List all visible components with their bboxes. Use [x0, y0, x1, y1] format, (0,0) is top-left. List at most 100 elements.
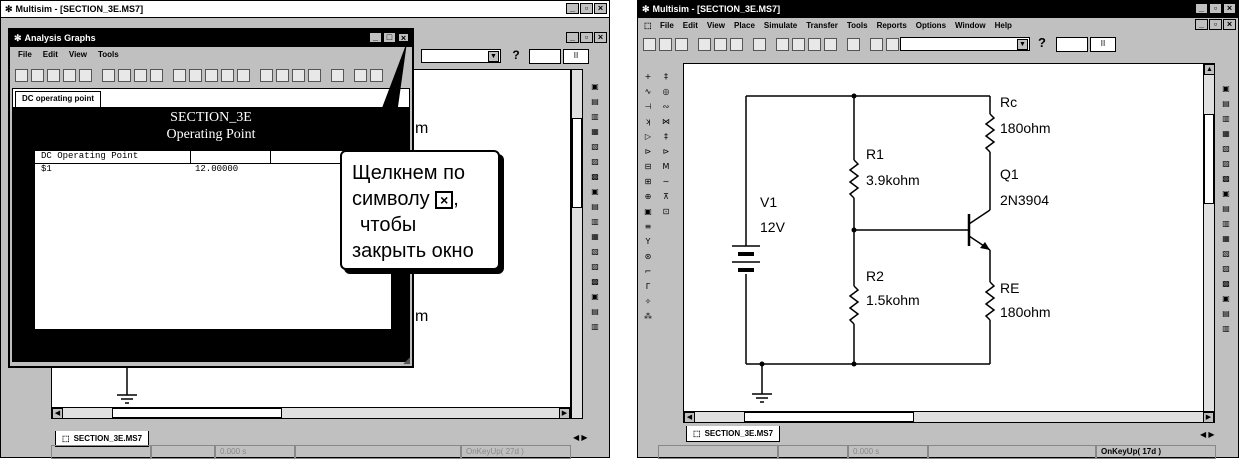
zoom-fit-icon[interactable] — [824, 37, 837, 51]
right-pause-button[interactable]: II — [1090, 37, 1116, 52]
menu-edit[interactable]: Edit — [43, 50, 58, 59]
right-restore-button[interactable]: ▫ — [1209, 3, 1222, 14]
zoom-in-icon[interactable] — [776, 37, 789, 51]
print-preview-icon[interactable] — [79, 68, 92, 82]
ttl-icon[interactable]: ⊳ — [642, 146, 654, 157]
right-scroll-left-icon[interactable]: ◀ — [684, 412, 695, 423]
tab-nav-buttons[interactable]: ◀ ▶ — [573, 433, 588, 442]
reverse-colors-icon[interactable] — [237, 68, 250, 82]
virtual-basic-icon[interactable]: ∾ — [660, 101, 672, 112]
paste-icon[interactable] — [134, 68, 147, 82]
sources-icon[interactable]: + — [642, 71, 654, 82]
right-schematic-canvas[interactable]: V1 12V R1 3.9kohm R2 1.5kohm Rc 180ohm Q… — [683, 63, 1215, 423]
r-agilent-icon[interactable]: ▩ — [1220, 278, 1232, 289]
virtual-diodes-icon[interactable]: ⋈ — [660, 116, 672, 127]
tab-dc-operating-point[interactable]: DC operating point — [15, 91, 101, 107]
r-logic-converter-icon[interactable]: ▣ — [1220, 188, 1232, 199]
right-menu-view[interactable]: View — [707, 21, 725, 30]
current-probe-icon[interactable]: ▤ — [589, 306, 601, 317]
cut-icon[interactable] — [102, 68, 115, 82]
right-vertical-scrollbar[interactable]: ▲ ▼ — [1203, 63, 1215, 423]
r-word-generator-icon[interactable]: ▨ — [1220, 158, 1232, 169]
right-save-icon[interactable] — [675, 37, 688, 51]
mixed-icon[interactable]: ⊕ — [642, 191, 654, 202]
r-tektronix-icon[interactable]: ▣ — [1220, 293, 1232, 304]
spectrum-analyzer-icon[interactable]: ▥ — [589, 216, 601, 227]
r-spectrum-analyzer-icon[interactable]: ▥ — [1220, 218, 1232, 229]
oscilloscope-icon[interactable]: ▦ — [589, 126, 601, 137]
right-menu-place[interactable]: Place — [734, 21, 755, 30]
zoom-area-icon[interactable] — [808, 37, 821, 51]
right-doc-close-button[interactable]: × — [1223, 19, 1236, 30]
agilent-icon[interactable]: ▩ — [589, 276, 601, 287]
zoom-icon[interactable] — [221, 68, 234, 82]
r-oscilloscope-icon[interactable]: ▦ — [1220, 128, 1232, 139]
virtual-3d-icon[interactable]: ⊼ — [660, 191, 672, 202]
legend-icon[interactable] — [189, 68, 202, 82]
scroll-thumb[interactable] — [572, 118, 582, 208]
r-bode-plotter-icon[interactable]: ▧ — [1220, 143, 1232, 154]
r-labview-icon[interactable]: ▥ — [1220, 323, 1232, 334]
right-menu-simulate[interactable]: Simulate — [764, 21, 797, 30]
r-wattmeter-icon[interactable]: ▥ — [1220, 113, 1232, 124]
wattmeter-icon[interactable]: ▥ — [589, 111, 601, 122]
analysis-close-button[interactable]: × — [397, 32, 410, 43]
right-scroll-right-icon[interactable]: ▶ — [1203, 412, 1214, 423]
tektronix-icon[interactable]: ▣ — [589, 291, 601, 302]
menu-tools[interactable]: Tools — [98, 50, 119, 59]
scroll-left-icon[interactable]: ◀ — [52, 408, 63, 419]
virtual-measure-icon[interactable]: ⊡ — [660, 206, 672, 217]
virtual-rated-icon[interactable]: ∼ — [660, 176, 672, 187]
overlay-icon[interactable] — [276, 68, 289, 82]
save-icon[interactable] — [47, 68, 60, 82]
restore-button[interactable]: ▫ — [580, 3, 593, 14]
right-close-button[interactable]: × — [1223, 3, 1236, 14]
measurement-probe-icon[interactable]: ▧ — [589, 246, 601, 257]
left-horizontal-scrollbar[interactable]: ◀ ▶ — [51, 407, 571, 419]
r-current-probe-icon[interactable]: ▤ — [1220, 308, 1232, 319]
power-icon[interactable]: Γ — [642, 281, 654, 292]
hierarchical-icon[interactable]: ✧ — [642, 296, 654, 307]
r-function-generator-icon[interactable]: ▤ — [1220, 98, 1232, 109]
right-doc-minimize-button[interactable]: _ — [1195, 19, 1208, 30]
virtual-analog-icon[interactable]: ⊳ — [660, 146, 672, 157]
zoom-out-icon[interactable] — [792, 37, 805, 51]
analysis-maximize-button[interactable]: □ — [383, 32, 396, 43]
database-icon[interactable] — [886, 37, 899, 51]
right-menu-file[interactable]: File — [660, 21, 674, 30]
basic-icon[interactable]: ∿ — [642, 86, 654, 97]
multimeter-icon[interactable]: ▣ — [589, 81, 601, 92]
undo-icon[interactable] — [150, 68, 163, 82]
doc-close-button[interactable]: × — [594, 32, 607, 43]
right-document-tab[interactable]: ⬚ SECTION_3E.MS7 — [686, 426, 781, 442]
electromech-icon[interactable]: ⊛ — [642, 251, 654, 262]
right-horizontal-scrollbar[interactable]: ◀ ▶ — [683, 411, 1215, 423]
iv-analyzer-icon[interactable]: ▨ — [589, 261, 601, 272]
export-icon[interactable] — [292, 68, 305, 82]
h-scroll-thumb[interactable] — [112, 408, 282, 418]
distortion-analyzer-icon[interactable]: ▤ — [589, 201, 601, 212]
restore-view-icon[interactable] — [370, 68, 383, 82]
resize-grip-icon[interactable]: ◢ — [403, 355, 410, 366]
in-use-list-dropdown[interactable]: ▼ — [900, 37, 1030, 51]
right-h-thumb[interactable] — [744, 412, 914, 422]
right-menu-window[interactable]: Window — [955, 21, 986, 30]
print-icon[interactable] — [63, 68, 76, 82]
doc-restore-button[interactable]: ▫ — [580, 32, 593, 43]
component-dropdown[interactable]: ▼ — [421, 49, 501, 63]
right-menu-options[interactable]: Options — [916, 21, 946, 30]
virtual-sources-icon[interactable]: ‡ — [660, 71, 672, 82]
pause-button[interactable]: II — [563, 49, 589, 64]
diodes-icon[interactable]: ⊣ — [642, 101, 654, 112]
right-cut-icon[interactable] — [698, 37, 711, 51]
analysis-minimize-button[interactable]: _ — [369, 32, 382, 43]
misc-digital-icon[interactable]: ⊞ — [642, 176, 654, 187]
open-icon[interactable] — [31, 68, 44, 82]
cmos-icon[interactable]: ⊟ — [642, 161, 654, 172]
right-minimize-button[interactable]: _ — [1195, 3, 1208, 14]
logic-analyzer-icon[interactable]: ▩ — [589, 171, 601, 182]
indicators-icon[interactable]: ▣ — [642, 206, 654, 217]
new-icon[interactable] — [15, 68, 28, 82]
hierarchy-icon[interactable] — [847, 37, 860, 51]
r-multimeter-icon[interactable]: ▣ — [1220, 83, 1232, 94]
